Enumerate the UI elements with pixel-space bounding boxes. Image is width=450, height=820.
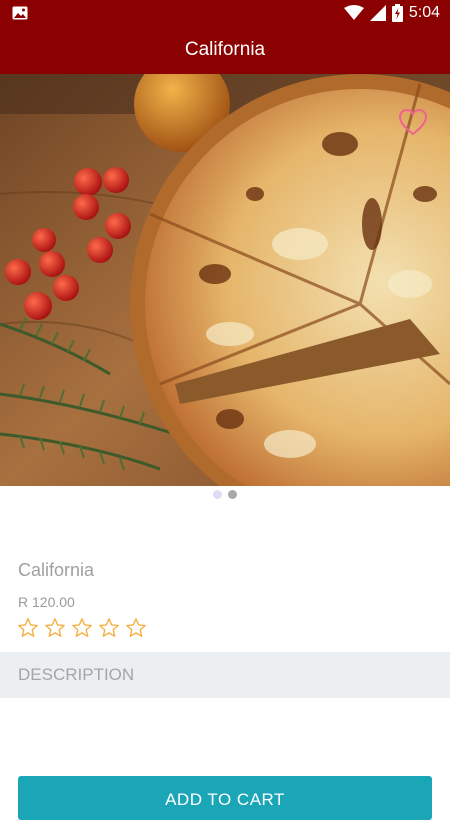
rating-stars[interactable] <box>17 617 147 639</box>
add-to-cart-button[interactable]: ADD TO CART <box>18 776 432 820</box>
app-bar: California <box>0 26 450 74</box>
carousel-dot[interactable] <box>213 490 222 499</box>
description-header: DESCRIPTION <box>18 665 135 684</box>
add-to-cart-label: ADD TO CART <box>165 790 285 809</box>
battery-charging-icon <box>391 4 403 22</box>
wifi-icon <box>343 5 364 20</box>
signal-icon <box>369 5 386 21</box>
pizza-photo <box>0 74 450 486</box>
image-notification-icon <box>12 6 28 20</box>
favorite-heart-icon[interactable] <box>398 108 428 136</box>
star-icon[interactable] <box>17 617 39 639</box>
page-title: California <box>184 39 266 60</box>
star-icon[interactable] <box>44 617 66 639</box>
carousel-indicators <box>0 490 450 499</box>
star-icon[interactable] <box>98 617 120 639</box>
carousel-dot-active[interactable] <box>228 490 237 499</box>
star-icon[interactable] <box>125 617 147 639</box>
description-section: DESCRIPTION <box>0 652 450 698</box>
star-icon[interactable] <box>71 617 93 639</box>
status-bar: 5:04 <box>0 0 450 26</box>
status-time: 5:04 <box>408 4 440 21</box>
product-name: California <box>18 560 95 580</box>
product-price: R 120.00 <box>18 594 75 610</box>
product-image-carousel[interactable] <box>0 74 450 486</box>
